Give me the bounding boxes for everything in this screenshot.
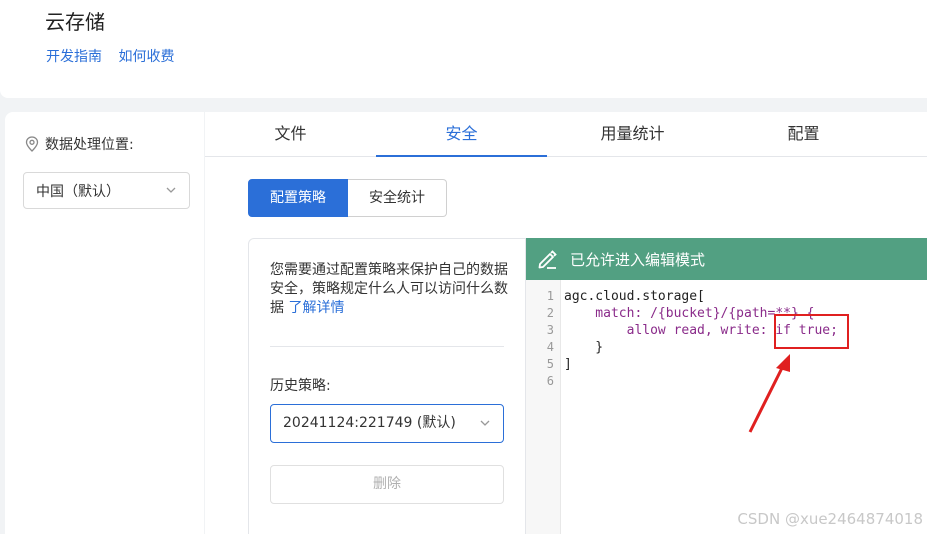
region-select-value: 中国（默认） [36,183,120,200]
header-links: 开发指南 如何收费 [46,46,186,66]
tab-bar: 文件 安全 用量统计 配置 [205,112,927,157]
tab-usage-stats[interactable]: 用量统计 [547,112,718,157]
history-policy-value: 20241124:221749 (默认) [283,415,456,431]
tab-security[interactable]: 安全 [376,112,547,157]
page-title: 云存储 [45,10,105,34]
location-label-text: 数据处理位置: [45,137,134,153]
chevron-down-icon [166,187,176,193]
pricing-link[interactable]: 如何收费 [118,49,174,65]
tab-config[interactable]: 配置 [718,112,889,157]
line-number: 2 [546,306,554,320]
segment-control: 配置策略 安全统计 [248,179,447,217]
line-number: 4 [546,340,554,354]
delete-button[interactable]: 删除 [270,465,504,504]
edit-mode-banner: 已允许进入编辑模式 [526,238,927,280]
code-line[interactable]: agc.cloud.storage[ [564,288,838,305]
header: 云存储 开发指南 如何收费 [0,0,927,98]
annotation-arrow-icon [748,354,790,433]
dev-guide-link[interactable]: 开发指南 [46,49,102,65]
history-policy-select[interactable]: 20241124:221749 (默认) [270,404,504,443]
tab-files[interactable]: 文件 [205,112,376,157]
region-select[interactable]: 中国（默认） [23,172,190,209]
location-label: 数据处理位置: [25,134,134,154]
segment-config-policy[interactable]: 配置策略 [248,179,348,217]
learn-more-link[interactable]: 了解详情 [288,300,344,316]
line-number-gutter: 1 2 3 4 5 6 [526,280,561,534]
segment-security-stats[interactable]: 安全统计 [348,179,447,217]
pencil-icon [538,250,557,269]
left-panel: 数据处理位置: 中国（默认） [5,112,204,534]
line-number: 1 [546,289,554,303]
code-editor: 已允许进入编辑模式 1 2 3 4 5 6 agc.cloud.storage[… [525,238,927,534]
annotation-highlight-box [774,314,849,349]
line-number: 3 [546,323,554,337]
watermark: CSDN @xue2464874018 [737,510,923,528]
chevron-down-icon [480,420,490,426]
policy-description: 您需要通过配置策略来保护自己的数据安全，策略规定什么人可以访问什么数据 了解详情 [270,261,510,318]
edit-mode-text: 已允许进入编辑模式 [570,250,706,269]
location-pin-icon [25,136,39,152]
line-number: 6 [546,374,554,388]
line-number: 5 [546,357,554,371]
divider [270,346,504,347]
policy-panel: 您需要通过配置策略来保护自己的数据安全，策略规定什么人可以访问什么数据 了解详情… [248,238,526,534]
history-policy-label: 历史策略: [270,378,331,394]
